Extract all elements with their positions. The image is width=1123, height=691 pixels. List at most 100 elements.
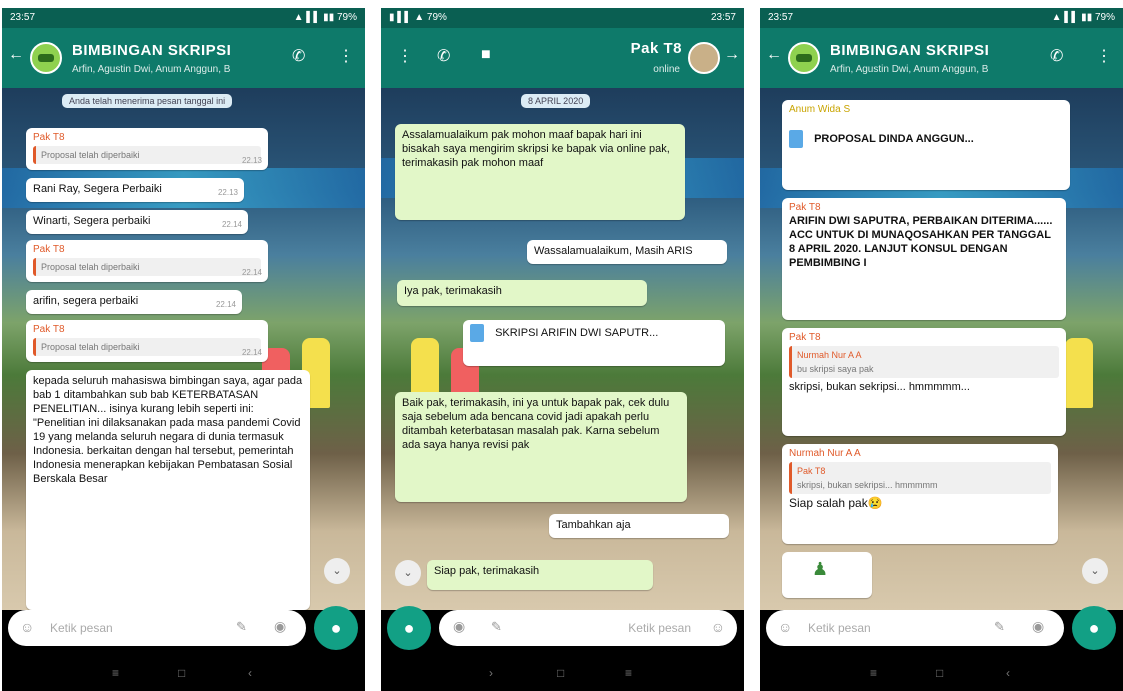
emoji-icon[interactable]: ☺ [778, 619, 792, 635]
quoted-message: Proposal telah diperbaiki [33, 258, 261, 276]
mic-icon: ● [1088, 618, 1100, 638]
nav-home-icon[interactable]: □ [178, 666, 185, 680]
message-bubble[interactable]: Pak T8 Nurmah Nur A A bu skripsi saya pa… [782, 328, 1066, 436]
sender-name: Nurmah Nur A A [789, 448, 861, 459]
sender-name: Pak T8 [789, 202, 821, 213]
back-arrow-icon[interactable]: → [724, 46, 740, 64]
nav-back-icon[interactable]: ‹ [248, 666, 252, 680]
system-message: Anda telah menerima pesan tanggal ini [62, 94, 233, 108]
message-text: Tambahkan aja [556, 519, 631, 531]
chat-area: Anum Wida S PROPOSAL DINDA ANGGUN... Pak… [760, 88, 1123, 610]
quoted-sender: Pak T8 [797, 466, 826, 476]
camera-icon[interactable]: ◉ [274, 618, 286, 635]
contact-avatar[interactable] [688, 42, 720, 74]
scroll-down-icon[interactable]: ⌄ [395, 560, 421, 586]
message-bubble[interactable]: Pak T8 Proposal telah diperbaiki 22.14 [26, 320, 268, 362]
input-placeholder: Ketik pesan [808, 621, 871, 635]
message-bubble[interactable]: Rani Ray, Segera Perbaiki 22.13 [26, 178, 244, 202]
message-bubble[interactable]: Pak T8 Proposal telah diperbaiki 22.13 [26, 128, 268, 170]
sender-name: Pak T8 [33, 324, 65, 335]
message-text: skripsi, bukan sekripsi... hmmmmm... [789, 381, 970, 393]
mic-button[interactable]: ● [387, 606, 431, 650]
document-row: PROPOSAL DINDA ANGGUN... [789, 130, 1063, 148]
group-members: Arfin, Agustin Dwi, Anum Anggun, B [72, 64, 231, 75]
message-text: Baik pak, terimakasih, ini ya untuk bapa… [402, 397, 670, 451]
message-time: 22.14 [241, 348, 262, 357]
attach-icon[interactable]: ✎ [491, 619, 502, 635]
phone-screenshot-2: ▮ ▌▌ ▲ 79% 23:57 ⋮ ✆ ■ Pak T8 online → 8… [381, 8, 744, 691]
message-bubble[interactable]: kepada seluruh mahasiswa bimbingan saya,… [26, 370, 310, 610]
scroll-down-icon[interactable]: ⌄ [324, 558, 350, 584]
call-icon[interactable]: ✆ [1050, 46, 1063, 66]
nav-menu-icon[interactable]: ≡ [870, 666, 877, 680]
back-arrow-icon[interactable]: ← [8, 46, 24, 64]
message-input[interactable]: ☺ Ketik pesan ✎ ◉ [8, 610, 306, 646]
mic-button[interactable]: ● [314, 606, 358, 650]
message-bubble[interactable]: Winarti, Segera perbaiki 22.14 [26, 210, 248, 234]
contact-status: online [653, 64, 680, 75]
document-icon [470, 324, 484, 342]
document-message[interactable]: SKRIPSI ARIFIN DWI SAPUTR... [463, 320, 725, 366]
status-icons: ▮ ▌▌ ▲ 79% [389, 12, 447, 23]
emoji-icon[interactable]: ☺ [711, 619, 725, 635]
message-text: Iya pak, terimakasih [404, 285, 502, 297]
group-title[interactable]: BIMBINGAN SKRIPSI [72, 42, 231, 59]
attach-icon[interactable]: ✎ [236, 619, 247, 635]
message-text: Assalamualaikum pak mohon maaf bapak har… [402, 129, 670, 169]
message-bubble[interactable]: Pak T8 Proposal telah diperbaiki 22.14 [26, 240, 268, 282]
sticker-message[interactable]: ♟ [782, 552, 872, 598]
message-bubble[interactable]: arifin, segera perbaiki 22.14 [26, 290, 242, 314]
scroll-down-icon[interactable]: ⌄ [1082, 558, 1108, 584]
group-members: Arfin, Agustin Dwi, Anum Anggun, B [830, 64, 989, 75]
mic-button[interactable]: ● [1072, 606, 1116, 650]
menu-icon[interactable]: ⋮ [397, 46, 413, 66]
call-icon[interactable]: ✆ [292, 46, 305, 66]
call-icon[interactable]: ✆ [437, 46, 450, 66]
emoji-icon[interactable]: ☺ [20, 619, 34, 635]
mic-icon: ● [330, 618, 342, 638]
message-bubble-sent[interactable]: Iya pak, terimakasih [397, 280, 647, 306]
attach-icon[interactable]: ✎ [994, 619, 1005, 635]
group-avatar[interactable] [788, 42, 820, 74]
menu-icon[interactable]: ⋮ [338, 46, 354, 66]
message-bubble-sent[interactable]: Baik pak, terimakasih, ini ya untuk bapa… [395, 392, 687, 502]
quoted-message: Nurmah Nur A A bu skripsi saya pak [789, 346, 1059, 378]
message-bubble-sent[interactable]: Siap pak, terimakasih [427, 560, 653, 590]
message-input[interactable]: ◉ ✎ Ketik pesan ☺ [439, 610, 737, 646]
nav-menu-icon[interactable]: ≡ [112, 666, 119, 680]
contact-name[interactable]: Pak T8 [631, 40, 682, 57]
message-input[interactable]: ☺ Ketik pesan ✎ ◉ [766, 610, 1064, 646]
message-bubble[interactable]: Wassalamualaikum, Masih ARIS [527, 240, 727, 264]
message-text: Siap pak, terimakasih [434, 565, 540, 577]
video-call-icon[interactable]: ■ [481, 46, 491, 64]
message-bubble-sent[interactable]: Assalamualaikum pak mohon maaf bapak har… [395, 124, 685, 220]
status-time: 23:57 [10, 12, 36, 23]
back-arrow-icon[interactable]: ← [766, 46, 782, 64]
quoted-message: Proposal telah diperbaiki [33, 146, 261, 164]
phone-screenshot-3: 23:57 ▲ ▌▌ ▮▮ 79% ← BIMBINGAN SKRIPSI Ar… [760, 8, 1123, 691]
message-bubble[interactable]: Pak T8 ARIFIN DWI SAPUTRA, PERBAIKAN DIT… [782, 198, 1066, 320]
nav-home-icon[interactable]: □ [936, 666, 943, 680]
document-message[interactable]: Anum Wida S PROPOSAL DINDA ANGGUN... [782, 100, 1070, 190]
message-text: kepada seluruh mahasiswa bimbingan saya,… [33, 375, 303, 485]
chat-header: ← BIMBINGAN SKRIPSI Arfin, Agustin Dwi, … [2, 28, 365, 88]
nav-back-icon[interactable]: › [489, 666, 493, 680]
message-time: 22.13 [217, 188, 238, 197]
group-title[interactable]: BIMBINGAN SKRIPSI [830, 42, 989, 59]
message-bubble[interactable]: Nurmah Nur A A Pak T8 skripsi, bukan sek… [782, 444, 1058, 544]
message-text: arifin, segera perbaiki [33, 295, 139, 307]
phone-screenshot-1: 23:57 ▲ ▌▌ ▮▮ 79% ← BIMBINGAN SKRIPSI Ar… [2, 8, 365, 691]
document-name: PROPOSAL DINDA ANGGUN... [814, 132, 974, 145]
mic-icon: ● [403, 618, 415, 638]
message-bubble[interactable]: Tambahkan aja [549, 514, 729, 538]
group-avatar[interactable] [30, 42, 62, 74]
camera-icon[interactable]: ◉ [1032, 618, 1044, 635]
nav-menu-icon[interactable]: ≡ [625, 666, 632, 680]
menu-icon[interactable]: ⋮ [1096, 46, 1112, 66]
status-icons: ▲ ▌▌ ▮▮ 79% [1051, 12, 1115, 23]
camera-icon[interactable]: ◉ [453, 618, 465, 635]
message-time: 22.14 [241, 268, 262, 277]
nav-home-icon[interactable]: □ [557, 666, 564, 680]
nav-back-icon[interactable]: ‹ [1006, 666, 1010, 680]
status-bar: 23:57 ▲ ▌▌ ▮▮ 79% [760, 8, 1123, 28]
